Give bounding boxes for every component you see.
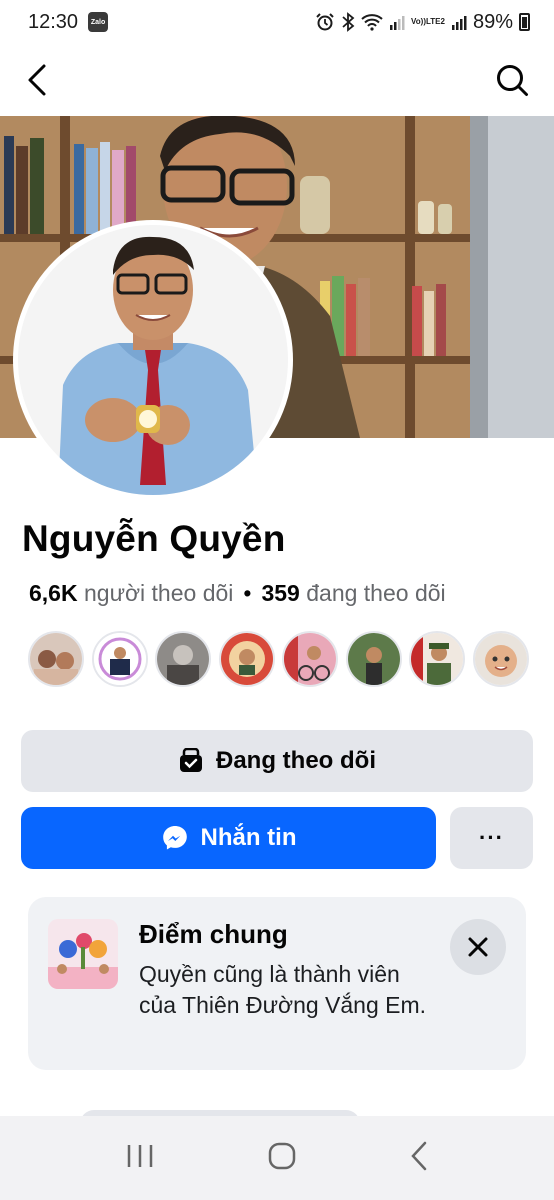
following-label: đang theo dõi	[306, 580, 446, 606]
alarm-icon	[315, 12, 335, 32]
follow-stats: 6,6K người theo dõi • 359 đang theo dõi	[29, 580, 446, 607]
followers-label: người theo dõi	[83, 580, 234, 606]
back-chevron-icon	[410, 1141, 426, 1170]
mutual-friends-avatars	[28, 631, 529, 687]
mutual-avatar[interactable]	[282, 631, 338, 687]
status-time: 12:30	[28, 10, 79, 33]
zalo-notification-icon: Zalo	[88, 12, 109, 32]
in-common-title: Điểm chung	[139, 919, 288, 949]
mutual-avatar[interactable]	[91, 631, 148, 687]
in-common-description: Quyền cũng là thành viên của Thiên Đường…	[139, 961, 427, 1018]
battery-icon	[519, 13, 530, 31]
recent-apps-button[interactable]	[126, 1143, 154, 1174]
mutual-avatar[interactable]	[345, 631, 402, 687]
signal-icon	[389, 14, 405, 30]
back-button[interactable]	[26, 60, 66, 100]
more-dots-icon: ···	[479, 825, 504, 850]
status-left: 12:30 Zalo	[28, 10, 109, 34]
mutual-avatar[interactable]	[409, 631, 465, 687]
following-link[interactable]: 359 đang theo dõi	[261, 580, 445, 606]
arrow-left-icon	[28, 64, 46, 96]
status-right: Vo)) LTE2 89%	[315, 11, 530, 34]
volte-lte-label: Vo)) LTE2	[411, 18, 445, 26]
stats-separator: •	[243, 580, 252, 606]
following-check-icon	[180, 748, 202, 772]
home-icon	[268, 1142, 296, 1169]
bluetooth-icon	[341, 12, 355, 32]
more-options-button[interactable]: ···	[450, 807, 533, 869]
search-icon	[497, 65, 528, 96]
android-navigation-bar	[0, 1116, 554, 1200]
followers-count: 6,6K	[29, 580, 78, 606]
mutual-avatar[interactable]	[472, 631, 529, 687]
mutual-avatar[interactable]	[28, 631, 84, 687]
message-button[interactable]: Nhắn tin	[21, 807, 436, 869]
followers-link[interactable]: 6,6K người theo dõi	[29, 580, 233, 606]
message-button-label: Nhắn tin	[200, 824, 297, 851]
battery-percent: 89%	[472, 10, 513, 33]
following-button-label: Đang theo dõi	[216, 747, 376, 774]
status-bar: 12:30 Zalo Vo)) LTE2 89%	[0, 0, 554, 44]
profile-avatar[interactable]	[13, 220, 293, 500]
search-button[interactable]	[492, 60, 532, 100]
messenger-icon	[162, 826, 187, 850]
mutual-avatar[interactable]	[155, 631, 211, 687]
group-thumbnail	[48, 919, 118, 989]
volte-label: Vo))	[411, 17, 426, 26]
lte-label: LTE2	[426, 17, 445, 26]
top-nav	[0, 44, 554, 116]
mutual-avatar[interactable]	[218, 631, 275, 687]
home-button[interactable]	[267, 1141, 297, 1176]
signal-icon-2	[451, 14, 467, 30]
profile-name: Nguyễn Quyền	[22, 518, 286, 559]
following-count: 359	[261, 580, 300, 606]
dismiss-in-common-button[interactable]	[450, 919, 506, 975]
in-common-card[interactable]: Điểm chung Quyền cũng là thành viên của …	[28, 897, 526, 1070]
system-back-button[interactable]	[410, 1141, 428, 1176]
wifi-icon	[361, 13, 383, 31]
recent-apps-icon	[128, 1144, 153, 1167]
following-button[interactable]: Đang theo dõi	[21, 730, 533, 792]
close-icon	[468, 937, 488, 957]
